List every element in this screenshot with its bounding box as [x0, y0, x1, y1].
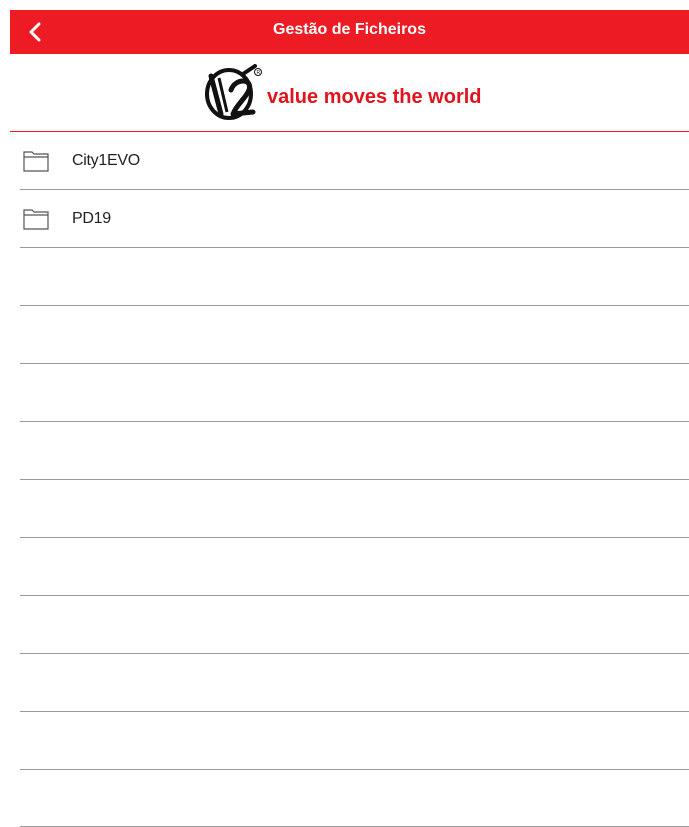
file-list: City1EVO PD19 — [20, 132, 689, 827]
empty-list-item — [20, 422, 689, 480]
empty-list-item — [20, 770, 689, 827]
empty-list-item — [20, 654, 689, 712]
v2-logo: R value moves the world — [197, 64, 482, 120]
navigation-bar: Gestão de Ficheiros — [10, 10, 689, 54]
empty-list-item — [20, 364, 689, 422]
empty-list-item — [20, 596, 689, 654]
empty-list-item — [20, 538, 689, 596]
file-name: PD19 — [72, 209, 111, 227]
logo-banner: R value moves the world — [10, 54, 689, 132]
empty-list-item — [20, 480, 689, 538]
empty-list-item — [20, 712, 689, 770]
empty-list-item — [20, 306, 689, 364]
folder-icon — [23, 150, 49, 172]
logo-tagline: value moves the world — [267, 85, 482, 108]
empty-list-item — [20, 248, 689, 306]
list-item[interactable]: City1EVO — [20, 132, 689, 190]
page-title: Gestão de Ficheiros — [273, 21, 426, 38]
list-item[interactable]: PD19 — [20, 190, 689, 248]
file-name: City1EVO — [72, 151, 140, 169]
svg-text:R: R — [257, 70, 261, 76]
folder-icon — [23, 208, 49, 230]
v2-logo-mark: R — [205, 64, 262, 120]
